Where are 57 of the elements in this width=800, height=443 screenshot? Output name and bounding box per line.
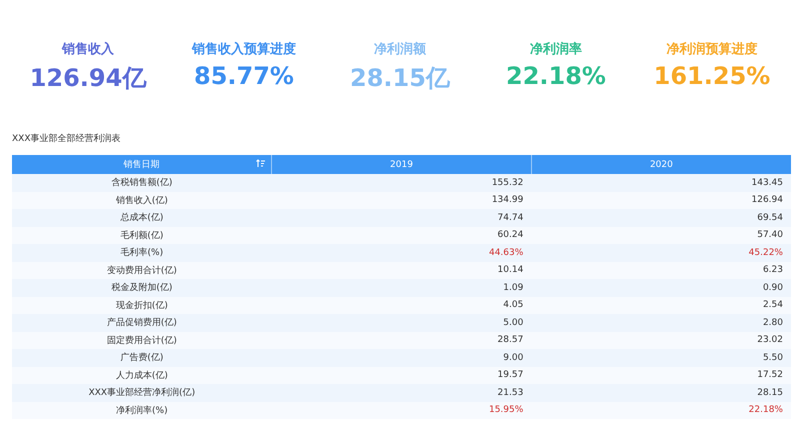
table-cell: 17.52: [531, 366, 791, 384]
table-cell: 143.45: [531, 174, 791, 192]
table-cell: 变动费用合计(亿): [12, 262, 272, 279]
table-cell: 现金折扣(亿): [12, 296, 272, 314]
column-header[interactable]: 2019: [272, 155, 532, 174]
table-cell: 毛利率(%): [12, 244, 272, 262]
table-cell: 销售收入(亿): [12, 192, 272, 209]
kpi-value: 161.25%: [654, 62, 770, 90]
kpi-label: 净利润额: [374, 40, 426, 58]
table-cell: 6.23: [531, 262, 791, 279]
table-cell: 税金及附加(亿): [12, 279, 272, 296]
table-cell: 126.94: [531, 192, 791, 209]
table-cell: 2.80: [531, 314, 791, 332]
column-header[interactable]: 销售日期: [12, 155, 272, 174]
table-cell: 28.57: [272, 332, 532, 349]
table-cell: 广告费(亿): [12, 349, 272, 366]
table-cell: 45.22%: [531, 244, 791, 262]
table-cell: 10.14: [272, 262, 532, 279]
table-cell: 21.53: [272, 384, 532, 402]
kpi-value: 22.18%: [506, 62, 606, 90]
column-header[interactable]: 2020: [531, 155, 791, 174]
table-cell: 15.95%: [272, 402, 532, 419]
table-title: XXX事业部全部经营利润表: [12, 132, 122, 145]
table-cell: 23.02: [531, 332, 791, 349]
table-cell: 57.40: [531, 226, 791, 244]
table-cell: 155.32: [272, 174, 532, 192]
table-cell: 含税销售额(亿): [12, 174, 272, 192]
table-cell: 5.50: [531, 349, 791, 366]
kpi-label: 销售收入: [62, 40, 114, 58]
table-cell: 2.54: [531, 296, 791, 314]
table-cell: 总成本(亿): [12, 209, 272, 226]
kpi-value: 126.94亿: [30, 63, 146, 94]
table-cell: 134.99: [272, 192, 532, 209]
kpi-label: 净利润预算进度: [666, 40, 758, 58]
table-cell: 1.09: [272, 279, 532, 296]
sort-icon[interactable]: [256, 159, 266, 168]
table-cell: XXX事业部经营净利润(亿): [12, 384, 272, 402]
table-cell: 0.90: [531, 279, 791, 296]
table-cell: 28.15: [531, 384, 791, 402]
table-cell: 固定费用合计(亿): [12, 332, 272, 349]
table-cell: 人力成本(亿): [12, 366, 272, 384]
table-cell: 净利润率(%): [12, 402, 272, 419]
table-cell: 毛利额(亿): [12, 226, 272, 244]
table-cell: 44.63%: [272, 244, 532, 262]
table-cell: 9.00: [272, 349, 532, 366]
table-cell: 4.05: [272, 296, 532, 314]
table-cell: 74.74: [272, 209, 532, 226]
kpi-value: 28.15亿: [350, 63, 450, 94]
table-cell: 5.00: [272, 314, 532, 332]
kpi-label: 销售收入预算进度: [192, 40, 296, 58]
table-cell: 产品促销费用(亿): [12, 314, 272, 332]
kpi-label: 净利润率: [530, 40, 582, 58]
kpi-value: 85.77%: [194, 62, 294, 90]
table-cell: 69.54: [531, 209, 791, 226]
table-cell: 19.57: [272, 366, 532, 384]
table-cell: 22.18%: [531, 402, 791, 419]
table-cell: 60.24: [272, 226, 532, 244]
